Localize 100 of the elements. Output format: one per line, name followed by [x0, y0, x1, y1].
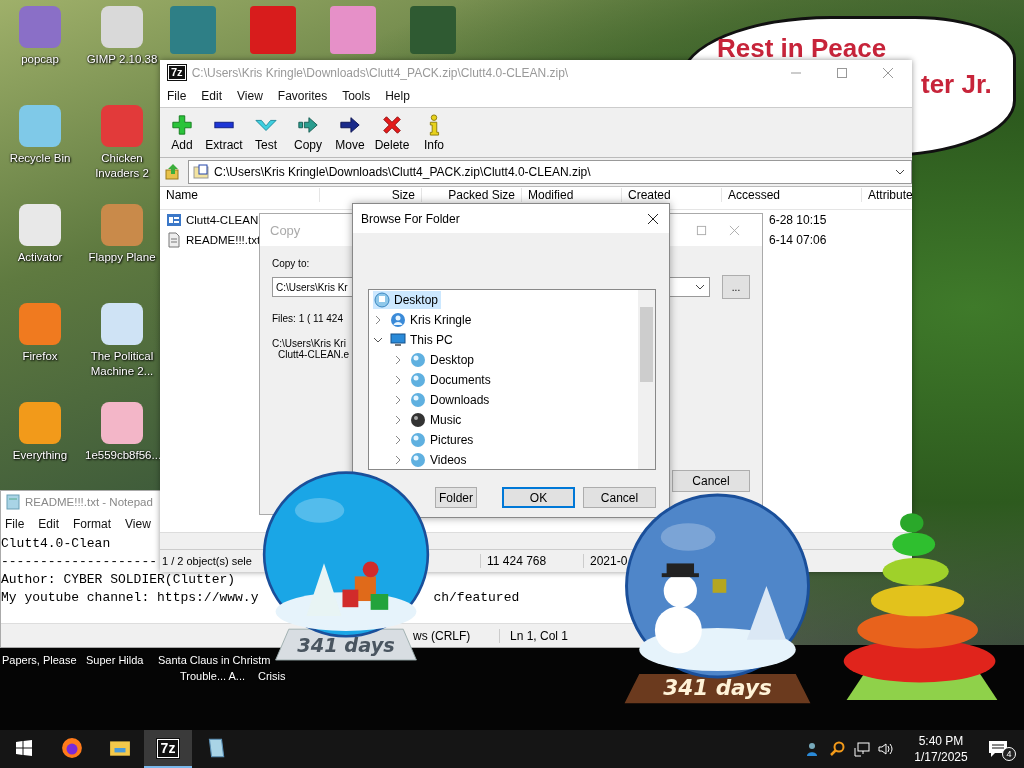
shortcut-icon[interactable] [19, 303, 61, 345]
file-name[interactable]: Clutt4-CLEAN [186, 214, 259, 226]
expander-icon[interactable] [393, 395, 403, 405]
column-header[interactable]: Packed Size [422, 188, 522, 202]
volume-icon[interactable] [878, 741, 894, 757]
close-icon[interactable] [647, 212, 659, 225]
notification-count: 4 [1002, 747, 1016, 761]
text-file-icon [166, 232, 182, 248]
disc-icon [410, 352, 426, 368]
desktop-icon-label[interactable]: Flappy Plane [85, 250, 159, 265]
search-icon[interactable] [830, 741, 846, 757]
expander-icon[interactable] [393, 455, 403, 465]
browser-icon [61, 737, 83, 759]
new-folder-button[interactable]: Folder [435, 487, 477, 508]
expander-icon[interactable] [373, 335, 383, 345]
shortcut-icon[interactable] [19, 204, 61, 246]
menu-item[interactable]: Edit [201, 89, 223, 103]
tree-item[interactable]: Music [409, 411, 465, 429]
disc-icon [410, 412, 426, 428]
desktop-icon-label[interactable]: Trouble... A... [180, 668, 245, 684]
menu-item[interactable]: Favorites [277, 89, 328, 103]
menu-item[interactable]: File [5, 517, 25, 531]
network-icon[interactable] [854, 741, 870, 757]
column-header[interactable]: Accessed [722, 188, 862, 202]
desktop-icon-label[interactable]: Chicken Invaders 2 [85, 151, 159, 181]
clock[interactable]: 5:40 PM 1/17/2025 [902, 733, 980, 765]
bubble-text: ter Jr. [921, 69, 992, 100]
tree-item[interactable]: Videos [409, 451, 470, 469]
maximize-icon[interactable] [696, 224, 707, 236]
scrollbar[interactable] [638, 290, 655, 469]
path-field[interactable]: C:\Users\Kris Kringle\Downloads\Clutt4_PACK.zip\Clutt4.0-CLEAN.zip\ [188, 160, 912, 184]
field-label: Copy to: [272, 258, 310, 269]
dialog-title: Browse For Folder [361, 211, 460, 226]
column-header[interactable]: Attribute [862, 188, 912, 202]
info-button[interactable]: Info [413, 109, 455, 156]
desktop-icon-label[interactable]: 1e559cb8f56... [85, 448, 159, 463]
table-cell: 6-14 07:06 [769, 233, 827, 247]
desktop-icon-label[interactable]: The Political Machine 2... [85, 349, 159, 379]
delete-button[interactable]: Delete [371, 109, 413, 156]
file-name[interactable]: README!!!.txt [186, 234, 261, 246]
desktop-icon-label[interactable]: Recycle Bin [3, 151, 77, 166]
days-counter: 341 days [663, 674, 772, 700]
desktop-icon-label[interactable]: Everything [3, 448, 77, 463]
status-text: Ln 1, Col 1 [499, 628, 569, 643]
column-header[interactable]: Created [622, 188, 722, 202]
shortcut-icon[interactable] [19, 402, 61, 444]
extract-button[interactable]: Extract [203, 109, 245, 156]
desktop-icon-label[interactable]: Super Hilda [86, 652, 158, 668]
taskbar-app[interactable]: 7z [144, 730, 192, 768]
expander-icon[interactable] [393, 355, 403, 365]
tree-item[interactable]: Desktop [409, 351, 478, 369]
user-icon [390, 312, 406, 328]
disc-icon [410, 452, 426, 468]
text-line: Clutt4.0-Clean [1, 535, 111, 553]
menu-item[interactable]: View [237, 89, 263, 103]
desktop-icon-label[interactable]: Crisis [258, 668, 298, 684]
window-title: README!!!.txt - Notepad [25, 496, 153, 508]
desktop-icon-label[interactable]: Activator [3, 250, 77, 265]
status-text: 11 424 768 [480, 554, 583, 568]
text-line: ch/featured [433, 589, 520, 607]
source-path: Clutt4-CLEAN.e [277, 349, 350, 360]
menu-item[interactable]: Edit [38, 517, 60, 531]
tree-item[interactable]: Pictures [409, 431, 477, 449]
expander-icon[interactable] [393, 375, 403, 385]
app-logo: 7z [168, 65, 186, 80]
maximize-icon[interactable] [836, 66, 848, 79]
menu-item[interactable]: Help [385, 89, 410, 103]
desktop-icon-label[interactable]: Firefox [3, 349, 77, 364]
browse-button[interactable]: ... [722, 275, 750, 299]
tree-item[interactable]: Kris Kringle [389, 311, 475, 329]
menu-item[interactable]: File [167, 89, 187, 103]
shortcut-icon[interactable] [101, 303, 143, 345]
menu-item[interactable]: Format [73, 517, 112, 531]
copy-button[interactable]: Copy [287, 109, 329, 156]
tree-item[interactable]: This PC [389, 331, 456, 349]
caret-icon [695, 282, 705, 292]
column-header[interactable]: Size [320, 188, 422, 202]
test-button[interactable]: Test [245, 109, 287, 156]
ok-button[interactable]: OK [502, 487, 575, 508]
expander-icon[interactable] [393, 415, 403, 425]
expander-icon[interactable] [393, 435, 403, 445]
menu-item[interactable]: View [125, 517, 151, 531]
monitor-icon [390, 332, 406, 348]
cancel-button[interactable]: Cancel [583, 487, 656, 508]
tree-item[interactable]: Desktop [373, 291, 442, 309]
desktop-icon-label[interactable]: Santa Claus in Christm [158, 652, 271, 668]
column-header[interactable]: Name [160, 188, 320, 202]
cancel-button[interactable]: Cancel [672, 470, 750, 492]
add-button[interactable]: Add [161, 109, 203, 156]
shortcut-icon[interactable] [101, 6, 143, 48]
tree-item[interactable]: Downloads [409, 391, 493, 409]
tree-item[interactable]: Documents [409, 371, 494, 389]
up-folder-icon[interactable] [164, 163, 182, 181]
desktop-icon-label[interactable]: Papers, Please [2, 652, 86, 668]
bubble-text: Rest in Peace [717, 33, 887, 64]
shortcut-icon[interactable] [101, 402, 143, 444]
menu-item[interactable]: Tools [342, 89, 371, 103]
expander-icon[interactable] [373, 315, 383, 325]
move-button[interactable]: Move [329, 109, 371, 156]
column-header[interactable]: Modified [522, 188, 622, 202]
